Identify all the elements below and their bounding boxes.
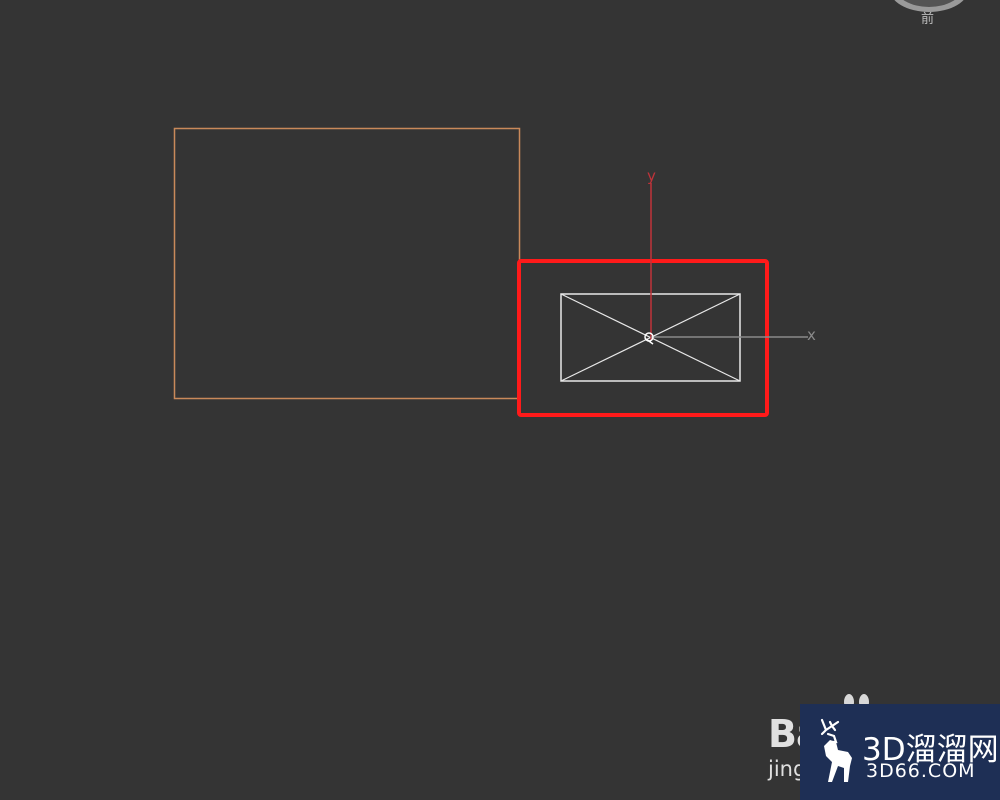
3d-viewport[interactable]: y x 前 Ba jing 3D溜溜网 3D66.COM	[0, 0, 1000, 800]
x-axis-label: x	[807, 326, 816, 344]
deer-logo-icon	[820, 718, 852, 782]
highlight-box	[517, 259, 769, 417]
rectangle-shape[interactable]	[173, 127, 521, 400]
y-axis-label: y	[647, 167, 656, 185]
brand-domain: 3D66.COM	[866, 760, 976, 782]
transform-gizmo[interactable]: y x	[644, 167, 816, 345]
viewport-scene[interactable]: y x	[0, 0, 1000, 800]
viewcube-label[interactable]: 前	[921, 8, 934, 27]
